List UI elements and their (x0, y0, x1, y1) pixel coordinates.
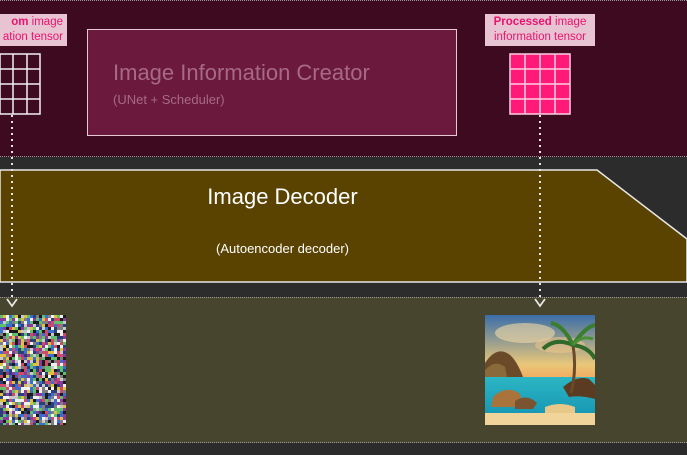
random-tensor-label-line2: ation tensor (2, 31, 63, 43)
random-tensor-label: om image ation tensor (0, 14, 67, 46)
decoder-subtitle: (Autoencoder decoder) (216, 241, 349, 256)
decoder-title: Image Decoder (207, 184, 358, 209)
random-tensor-grid-icon (0, 53, 41, 115)
processed-tensor-label: Processed image information tensor (485, 14, 595, 46)
random-tensor-label-bold: om (11, 16, 29, 28)
creator-title: Image Information Creator (113, 60, 370, 85)
left-arrowhead (6, 298, 18, 308)
diagram-canvas: Image Information Creator (UNet + Schedu… (0, 0, 687, 455)
processed-tensor-label-bold: Processed (493, 16, 552, 28)
random-tensor-label-rest: image (31, 16, 63, 28)
processed-tensor-grid-icon (509, 53, 571, 115)
processed-tensor-label-line2: information tensor (493, 31, 587, 43)
right-arrowhead (534, 298, 546, 308)
noise-image (0, 315, 66, 425)
processed-tensor-label-rest: image (555, 16, 587, 28)
creator-subtitle: (UNet + Scheduler) (113, 92, 225, 107)
tropical-beach-image (485, 315, 595, 425)
